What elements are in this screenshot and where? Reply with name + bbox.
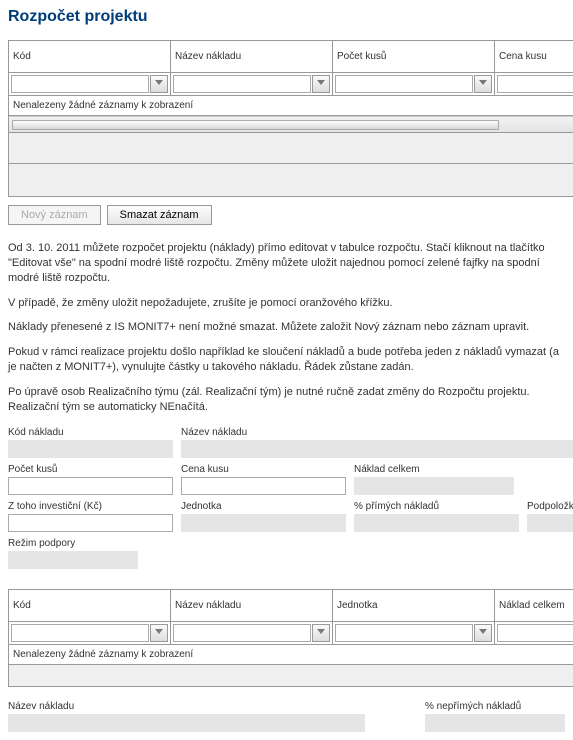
label-cena-kusu: Cena kusu [181,464,346,475]
label-kod-nakladu: Kód nákladu [8,427,173,438]
field-naklad-celkem [354,477,514,495]
field-z-toho-invest[interactable] [8,514,173,532]
field-nazev-nakladu [181,440,573,458]
field-kod-nakladu [8,440,173,458]
empty-message: Nenalezeny žádné záznamy k zobrazení [9,96,573,116]
filter2-jednotka[interactable] [335,624,473,642]
field-bottom-pct [425,714,565,732]
field-podpolozka [527,514,573,532]
action-buttons: Nový záznam Smazat záznam [8,205,565,225]
col-kod: Kód [9,41,171,73]
filter2-kod[interactable] [11,624,149,642]
help-text-1: Od 3. 10. 2011 můžete rozpočet projektu … [8,241,565,286]
label-nazev-nakladu: Název nákladu [181,427,573,438]
detail-form: Kód nákladu Název nákladu Počet kusů Cen… [8,427,565,569]
label-rezim-podpory: Režim podpory [8,538,573,549]
label-bottom-pct: % nepřímých nákladů [425,701,565,712]
filter-nazev[interactable] [173,75,311,93]
page-title: Rozpočet projektu [8,8,565,26]
filter-kod[interactable] [11,75,149,93]
field-bottom-nazev [8,714,365,732]
filter2-celkem[interactable] [497,624,573,642]
help-text-3: Náklady přenesené z IS MONIT7+ není možn… [8,320,565,335]
filter-icon[interactable] [312,75,330,93]
delete-record-button[interactable]: Smazat záznam [107,205,212,225]
label-bottom-nazev: Název nákladu [8,701,365,712]
budget-grid: Kód Název nákladu Počet kusů Cena kusu N… [8,40,573,197]
col2-jednotka: Jednotka [333,589,495,621]
filter-pocet[interactable] [335,75,473,93]
filter-icon[interactable] [474,75,492,93]
filter-icon[interactable] [474,624,492,642]
field-rezim-podpory [8,551,138,569]
filter-cena[interactable] [497,75,573,93]
help-text-2: V případě, že změny uložit nepožadujete,… [8,296,565,311]
field-cena-kusu[interactable] [181,477,346,495]
help-text-5: Po úpravě osob Realizačního týmu (zál. R… [8,385,565,415]
label-podpolozka: Podpoložka [527,501,573,512]
label-z-toho-invest: Z toho investiční (Kč) [8,501,173,512]
col2-nazev: Název nákladu [171,589,333,621]
footer-inputs [13,139,573,157]
horizontal-scrollbar[interactable]: ▶ [9,116,573,132]
col-nazev: Název nákladu [171,41,333,73]
col-pocet: Počet kusů [333,41,495,73]
filter-icon[interactable] [150,75,168,93]
field-pocet-kusu[interactable] [8,477,173,495]
col2-celkem: Náklad celkem [495,589,573,621]
label-pocet-kusu: Počet kusů [8,464,173,475]
field-pct-primych [354,514,519,532]
empty-message-2: Nenalezeny žádné záznamy k zobrazení [9,644,573,664]
new-record-button[interactable]: Nový záznam [8,205,101,225]
filter-icon[interactable] [312,624,330,642]
bottom-form: Název nákladu % nepřímých nákladů [8,701,565,732]
label-pct-primych: % přímých nákladů [354,501,519,512]
col-cena: Cena kusu [495,41,573,73]
filter-icon[interactable] [150,624,168,642]
filter-row [9,73,573,96]
help-text-4: Pokud v rámci realizace projektu došlo n… [8,345,565,375]
filter2-nazev[interactable] [173,624,311,642]
field-jednotka [181,514,346,532]
label-jednotka: Jednotka [181,501,346,512]
label-naklad-celkem: Náklad celkem [354,464,573,475]
secondary-grid: Kód Název nákladu Jednotka Náklad celkem… [8,589,573,687]
col2-kod: Kód [9,589,171,621]
